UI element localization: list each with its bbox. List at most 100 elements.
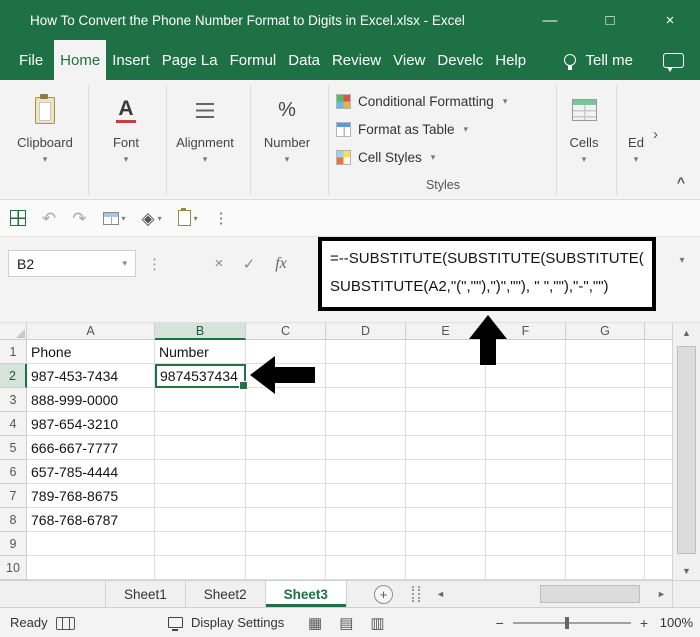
horizontal-scrollbar[interactable]: ◄ ► — [430, 581, 672, 607]
vertical-scrollbar-thumb[interactable] — [677, 346, 696, 554]
cell[interactable] — [326, 340, 406, 364]
cell[interactable] — [155, 436, 246, 460]
cell[interactable] — [645, 532, 672, 556]
cell[interactable] — [566, 508, 645, 532]
cell[interactable] — [486, 484, 566, 508]
zoom-slider[interactable] — [512, 616, 631, 629]
cell[interactable] — [246, 436, 326, 460]
cell[interactable] — [566, 412, 645, 436]
workbook-stats-button[interactable] — [10, 210, 26, 226]
insert-function-button[interactable]: fx — [268, 250, 294, 277]
normal-view-icon[interactable]: ▦ — [308, 614, 322, 632]
cell[interactable] — [566, 556, 645, 580]
cell[interactable] — [645, 484, 672, 508]
cell[interactable] — [246, 412, 326, 436]
new-sheet-button[interactable]: + — [374, 585, 393, 604]
cell[interactable]: Phone — [27, 340, 155, 364]
name-box[interactable]: B2 ▾ — [8, 250, 136, 277]
tell-me-button[interactable]: Tell me — [564, 40, 633, 80]
cell[interactable] — [326, 412, 406, 436]
alignment-group-button[interactable]: Alignment ▾ — [168, 86, 242, 164]
scroll-right-icon[interactable]: ► — [651, 581, 672, 607]
horizontal-scrollbar-thumb[interactable] — [540, 585, 640, 603]
cell[interactable] — [326, 436, 406, 460]
row-header[interactable]: 6 — [0, 460, 27, 484]
cell[interactable] — [645, 436, 672, 460]
tab-help[interactable]: Help — [489, 40, 532, 80]
cell[interactable] — [406, 460, 486, 484]
cell[interactable] — [246, 460, 326, 484]
cell[interactable] — [406, 484, 486, 508]
cell[interactable] — [645, 556, 672, 580]
sheet-tab-sheet2[interactable]: Sheet2 — [186, 581, 266, 607]
cell[interactable] — [326, 364, 406, 388]
scroll-down-icon[interactable]: ▼ — [673, 561, 700, 580]
cell-b2-selected[interactable]: 9874537434 — [155, 364, 248, 390]
shape-tool-button[interactable]: ◈ ▾ — [142, 210, 162, 227]
row-header[interactable]: 2 — [0, 364, 27, 388]
cell[interactable] — [406, 412, 486, 436]
cell[interactable] — [246, 532, 326, 556]
cell[interactable]: 987-453-7434 — [27, 364, 155, 388]
paste-tool-button[interactable]: ▾ — [177, 208, 198, 226]
cell[interactable] — [566, 364, 645, 388]
cell[interactable] — [486, 532, 566, 556]
editing-group-button[interactable]: Ed ▾ — [618, 86, 654, 164]
cell[interactable]: 768-768-6787 — [27, 508, 155, 532]
zoom-in-button[interactable]: + — [640, 615, 648, 631]
cell[interactable]: 657-785-4444 — [27, 460, 155, 484]
cell[interactable] — [155, 532, 246, 556]
cell[interactable] — [326, 532, 406, 556]
cell[interactable] — [645, 340, 672, 364]
cell[interactable] — [486, 364, 566, 388]
zoom-level-label[interactable]: 100% — [657, 615, 693, 630]
sheet-tab-sheet3[interactable]: Sheet3 — [265, 581, 347, 607]
vertical-scrollbar[interactable]: ▲ ▼ — [672, 322, 700, 580]
cell[interactable]: 888-999-0000 — [27, 388, 155, 412]
cell[interactable] — [566, 484, 645, 508]
accessibility-icon[interactable] — [56, 617, 75, 630]
cell[interactable] — [406, 364, 486, 388]
formula-input[interactable]: =--SUBSTITUTE(SUBSTITUTE(SUBSTITUTE( SUB… — [318, 237, 656, 311]
cell[interactable] — [155, 484, 246, 508]
ribbon-scroll-right-icon[interactable]: › — [653, 126, 658, 143]
maximize-button[interactable]: □ — [580, 0, 640, 40]
column-header-d[interactable]: D — [326, 322, 406, 340]
cell[interactable] — [486, 388, 566, 412]
cell[interactable] — [27, 532, 155, 556]
row-header[interactable]: 7 — [0, 484, 27, 508]
tab-formulas[interactable]: Formul — [224, 40, 283, 80]
cell[interactable] — [155, 412, 246, 436]
page-layout-view-icon[interactable]: ▤ — [339, 614, 353, 632]
cell[interactable] — [326, 508, 406, 532]
tab-home[interactable]: Home — [54, 40, 107, 80]
cell[interactable] — [645, 460, 672, 484]
horizontal-scrollbar-track[interactable] — [451, 581, 651, 607]
cell[interactable] — [326, 388, 406, 412]
tab-review[interactable]: Review — [326, 40, 387, 80]
cell[interactable] — [645, 412, 672, 436]
tab-insert[interactable]: Insert — [106, 40, 156, 80]
cell[interactable] — [406, 532, 486, 556]
cell[interactable] — [246, 508, 326, 532]
tab-view[interactable]: View — [387, 40, 431, 80]
row-header[interactable]: 3 — [0, 388, 27, 412]
cell[interactable]: 987-654-3210 — [27, 412, 155, 436]
cell[interactable] — [566, 340, 645, 364]
cell[interactable] — [486, 436, 566, 460]
cell[interactable] — [155, 508, 246, 532]
row-header[interactable]: 4 — [0, 412, 27, 436]
close-button[interactable]: × — [640, 0, 700, 40]
cell[interactable] — [566, 460, 645, 484]
cell[interactable] — [645, 508, 672, 532]
row-header[interactable]: 8 — [0, 508, 27, 532]
tab-file[interactable]: File — [8, 40, 54, 80]
cell[interactable] — [406, 508, 486, 532]
enter-button[interactable]: ✓ — [236, 250, 262, 277]
row-header[interactable]: 1 — [0, 340, 27, 364]
redo-button[interactable]: ↷ — [72, 210, 86, 227]
zoom-out-button[interactable]: − — [496, 615, 504, 631]
cancel-button[interactable]: × — [206, 250, 232, 277]
comments-icon[interactable] — [663, 52, 684, 72]
tab-splitter-handle[interactable] — [412, 586, 420, 602]
